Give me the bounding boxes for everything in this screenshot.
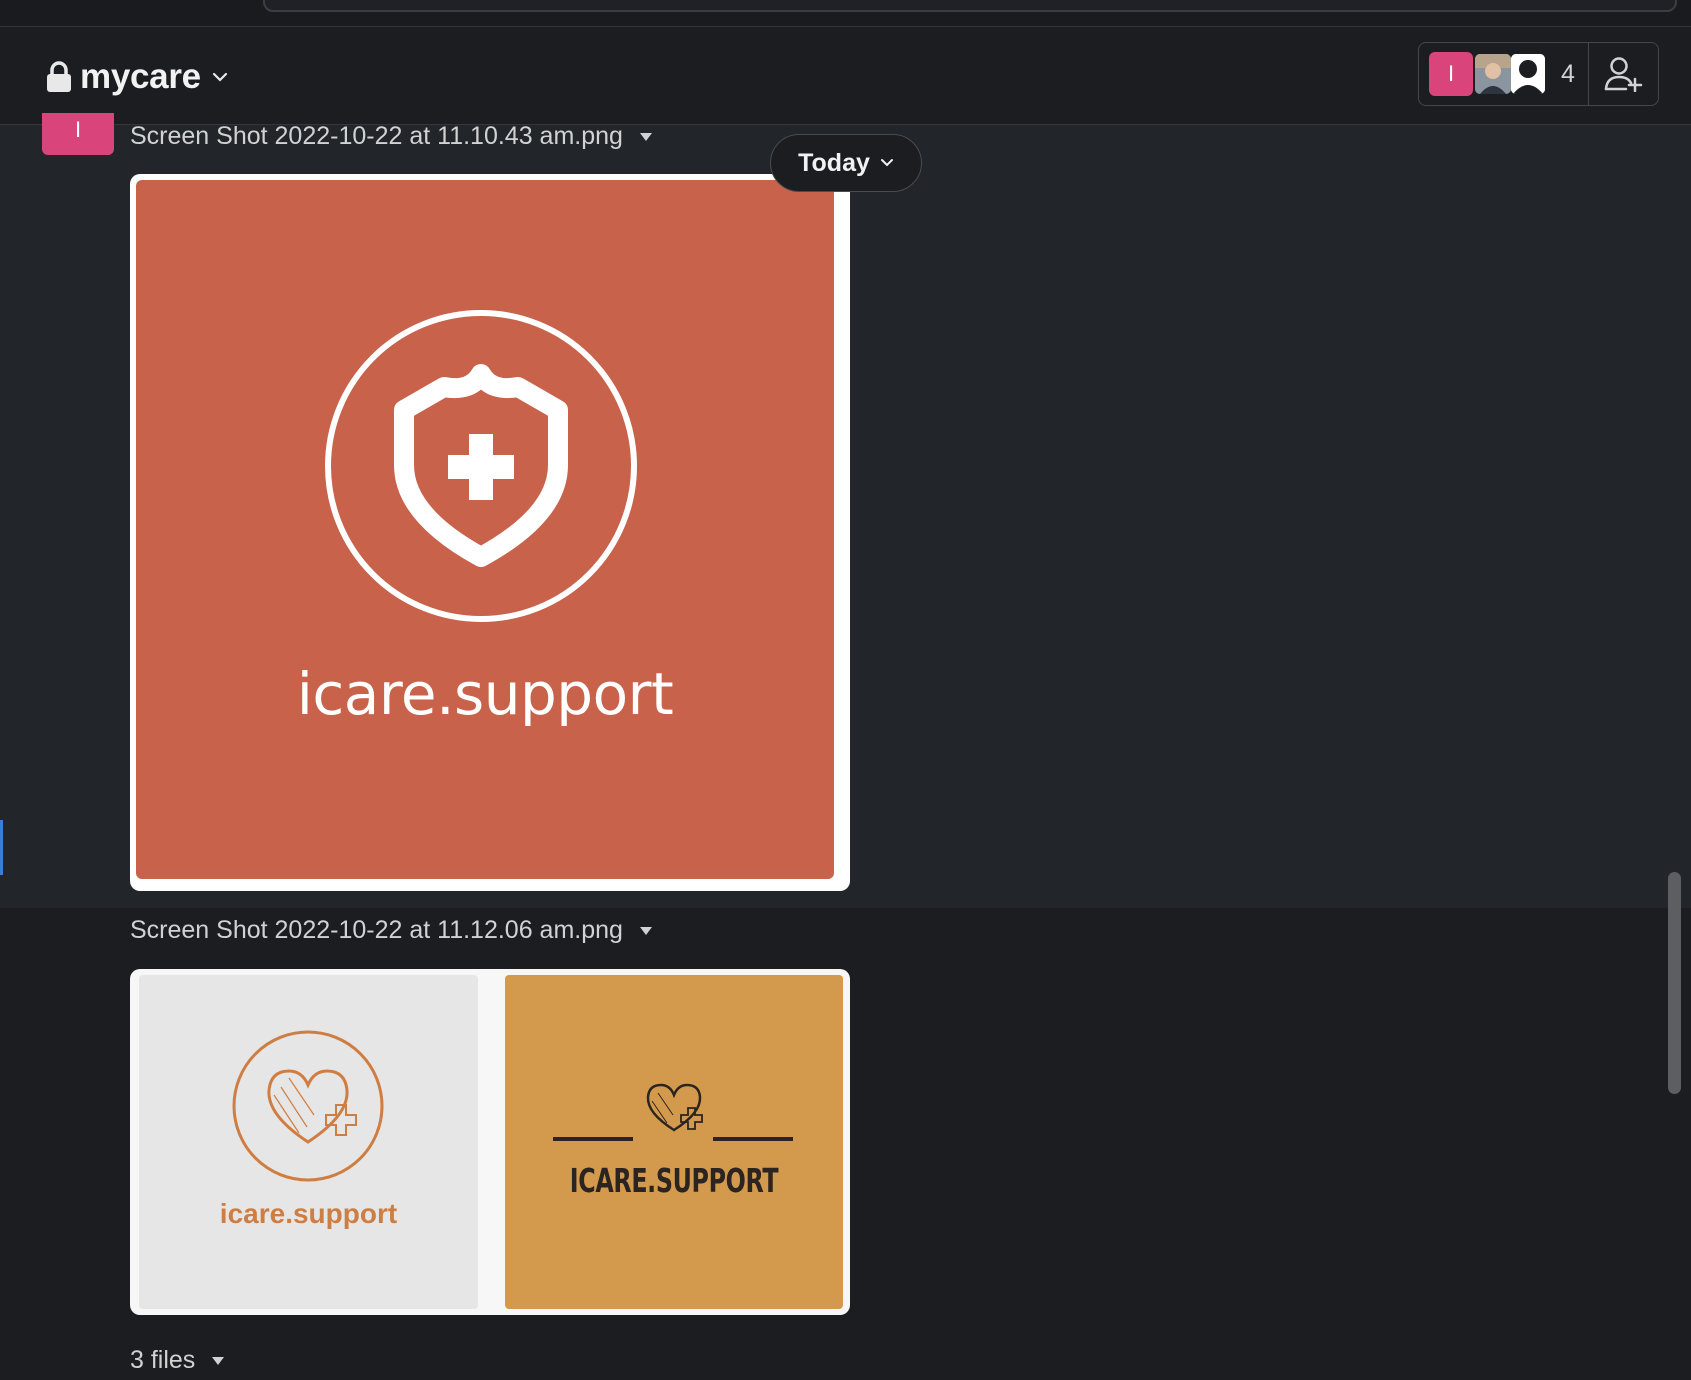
image-tile-grey: icare.support bbox=[139, 975, 478, 1309]
image-tile-orange: ICARE.SUPPORT bbox=[505, 975, 843, 1309]
unread-marker bbox=[0, 820, 3, 875]
member-count: 4 bbox=[1561, 59, 1575, 88]
chevron-down-icon bbox=[212, 72, 227, 82]
sender-avatar[interactable]: I bbox=[42, 113, 114, 155]
date-divider-button[interactable]: Today bbox=[770, 134, 922, 192]
lock-icon bbox=[47, 61, 71, 92]
add-member-button[interactable] bbox=[1589, 43, 1658, 105]
channel-header: mycare I 4 bbox=[0, 27, 1691, 125]
heart-cross-icon bbox=[232, 1030, 384, 1182]
member-avatars-button[interactable]: I 4 bbox=[1419, 43, 1589, 105]
file-name-1[interactable]: Screen Shot 2022-10-22 at 11.10.43 am.pn… bbox=[130, 122, 653, 151]
file-name-2[interactable]: Screen Shot 2022-10-22 at 11.12.06 am.pn… bbox=[130, 916, 653, 945]
image-preview: icare.support bbox=[136, 180, 834, 879]
heart-cross-icon bbox=[553, 1083, 793, 1141]
avatar-user-icon bbox=[1511, 54, 1545, 94]
caret-down-icon bbox=[639, 132, 652, 141]
files-summary-text: 3 files bbox=[130, 1346, 196, 1374]
shield-cross-icon bbox=[325, 310, 637, 622]
tile-brand-text: ICARE.SUPPORT bbox=[569, 1161, 779, 1200]
image-brand-text: icare.support bbox=[296, 660, 674, 728]
add-user-icon bbox=[1604, 57, 1642, 92]
message-feed: I Screen Shot 2022-10-22 at 11.10.43 am.… bbox=[0, 113, 1691, 1380]
caret-down-icon bbox=[639, 926, 652, 935]
chevron-down-icon bbox=[880, 159, 893, 167]
tile-brand-text: icare.support bbox=[219, 1198, 398, 1229]
scrollbar-thumb[interactable] bbox=[1668, 872, 1681, 1094]
top-strip bbox=[0, 0, 1691, 27]
image-attachment-1[interactable]: icare.support bbox=[130, 174, 850, 891]
search-bar-edge[interactable] bbox=[263, 0, 1677, 12]
files-summary[interactable]: 3 files bbox=[130, 1346, 225, 1375]
avatar-photo bbox=[1475, 54, 1511, 94]
file-name-text: Screen Shot 2022-10-22 at 11.12.06 am.pn… bbox=[130, 916, 623, 944]
caret-down-icon bbox=[212, 1356, 225, 1365]
channel-name-button[interactable]: mycare bbox=[46, 54, 229, 100]
file-name-text: Screen Shot 2022-10-22 at 11.10.43 am.pn… bbox=[130, 122, 623, 150]
image-attachment-2[interactable]: icare.support ICARE.SUPPORT bbox=[130, 969, 850, 1315]
channel-title: mycare bbox=[80, 57, 201, 96]
members-panel: I 4 bbox=[1418, 42, 1659, 106]
avatar: I bbox=[1429, 52, 1473, 96]
date-divider-label: Today bbox=[798, 148, 870, 177]
